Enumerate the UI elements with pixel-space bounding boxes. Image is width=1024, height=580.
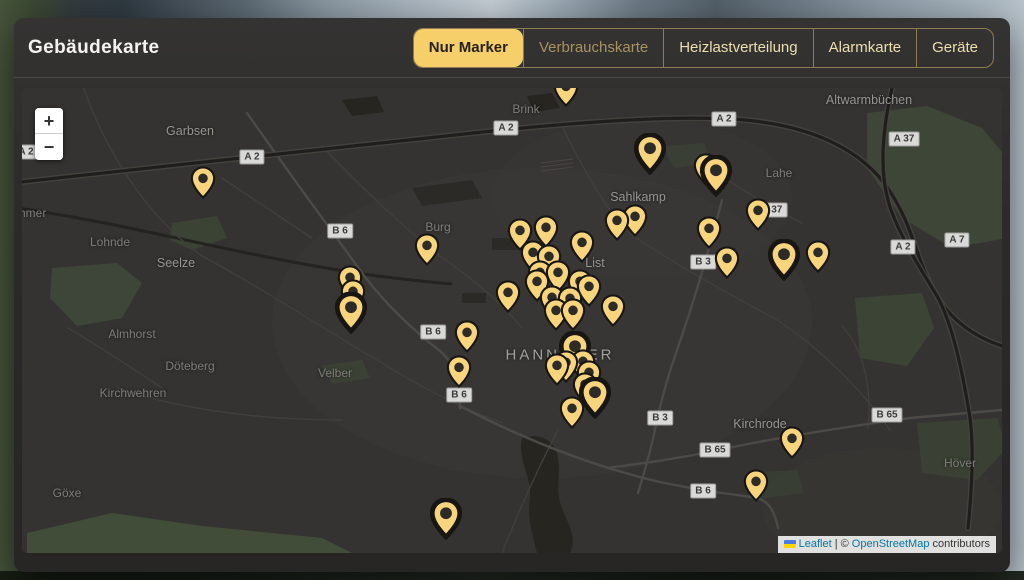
tab-alarmkarte[interactable]: Alarmkarte	[813, 29, 917, 67]
road-badge: A 7	[944, 233, 969, 248]
map-place-label: Altwarmbüchen	[826, 93, 912, 107]
map-place-label: Seelze	[157, 256, 195, 270]
map-marker-pin[interactable]	[743, 469, 769, 503]
road-badge: B 3	[647, 411, 673, 426]
ukraine-flag-icon	[784, 540, 796, 548]
map-place-label: Göxe	[53, 486, 82, 500]
tab-nur-marker[interactable]: Nur Marker	[414, 29, 523, 67]
map-zoom-control: + −	[35, 108, 63, 160]
road-badge: A 2	[493, 121, 518, 136]
contributors-text: contributors	[933, 538, 990, 550]
map-place-label: Almhorst	[108, 327, 155, 341]
gebaeudekarte-panel: Gebäudekarte Nur Marker Verbrauchskarte …	[14, 18, 1010, 572]
map-place-label: Döteberg	[165, 359, 214, 373]
map-marker-pin[interactable]	[446, 355, 472, 389]
map-marker-pin[interactable]	[430, 498, 462, 540]
road-badge: B 3	[690, 255, 716, 270]
map-marker-pin[interactable]	[768, 239, 800, 281]
map-marker-pin[interactable]	[745, 198, 771, 232]
map-marker-pin[interactable]	[454, 320, 480, 354]
road-badge: B 6	[327, 224, 353, 239]
map-marker-pin[interactable]	[714, 246, 740, 280]
tab-heizlastverteilung[interactable]: Heizlastverteilung	[663, 29, 812, 67]
map-marker-pin[interactable]	[805, 240, 831, 274]
map-place-label: Höver	[944, 456, 976, 470]
map-marker-pin[interactable]	[553, 88, 579, 108]
map-place-label: Garbsen	[166, 124, 214, 138]
map-marker-pin[interactable]	[560, 298, 586, 332]
road-badge: A 37	[889, 132, 920, 147]
map-canvas[interactable]: + − Leaflet | © OpenStreetMap contributo…	[22, 88, 1002, 553]
map-place-label: Lahe	[766, 166, 793, 180]
map-marker-pin[interactable]	[604, 208, 630, 242]
road-badge: A 2	[711, 112, 736, 127]
map-marker-pin[interactable]	[190, 166, 216, 200]
osm-link[interactable]: OpenStreetMap	[852, 538, 930, 550]
map-marker-pin[interactable]	[696, 216, 722, 250]
view-tabs: Nur Marker Verbrauchskarte Heizlastverte…	[413, 28, 994, 68]
road-badge: B 6	[446, 388, 472, 403]
road-badge: B 6	[420, 325, 446, 340]
panel-header: Gebäudekarte Nur Marker Verbrauchskarte …	[14, 18, 1010, 78]
road-badge: B 65	[871, 408, 902, 423]
map-marker-pin[interactable]	[569, 230, 595, 264]
copyright-symbol: ©	[841, 538, 849, 550]
map-marker-pin[interactable]	[495, 280, 521, 314]
map-marker-pin[interactable]	[544, 353, 570, 387]
leaflet-link[interactable]: Leaflet	[799, 538, 832, 550]
map-place-label: Velber	[318, 366, 352, 380]
map-marker-pin[interactable]	[700, 155, 732, 197]
map-marker-pin[interactable]	[634, 133, 666, 175]
map-attribution: Leaflet | © OpenStreetMap contributors	[778, 536, 996, 553]
map-place-label: Brink	[512, 102, 539, 116]
map-marker-pin[interactable]	[559, 396, 585, 430]
attribution-separator: |	[835, 538, 838, 550]
road-badge: B 6	[690, 484, 716, 499]
page-title: Gebäudekarte	[28, 37, 160, 59]
map-place-label: Sahlkamp	[610, 190, 666, 204]
tab-verbrauchskarte[interactable]: Verbrauchskarte	[523, 29, 663, 67]
road-badge: B 65	[699, 443, 730, 458]
tab-geraete[interactable]: Geräte	[916, 29, 993, 67]
zoom-out-button[interactable]: −	[35, 134, 63, 160]
map-marker-pin[interactable]	[414, 233, 440, 267]
map-marker-pin[interactable]	[335, 292, 367, 334]
map-tiles	[22, 88, 1002, 553]
map-marker-pin[interactable]	[779, 426, 805, 460]
map-place-label: Lohnde	[90, 235, 130, 249]
road-badge: A 2	[239, 150, 264, 165]
zoom-in-button[interactable]: +	[35, 108, 63, 134]
map-place-label: mmer	[22, 206, 46, 220]
road-badge: A 2	[890, 240, 915, 255]
map-place-label: Kirchwehren	[100, 386, 167, 400]
map-marker-pin[interactable]	[600, 294, 626, 328]
desktop-background: { "header": { "title": "Gebäudekarte" },…	[0, 0, 1024, 580]
